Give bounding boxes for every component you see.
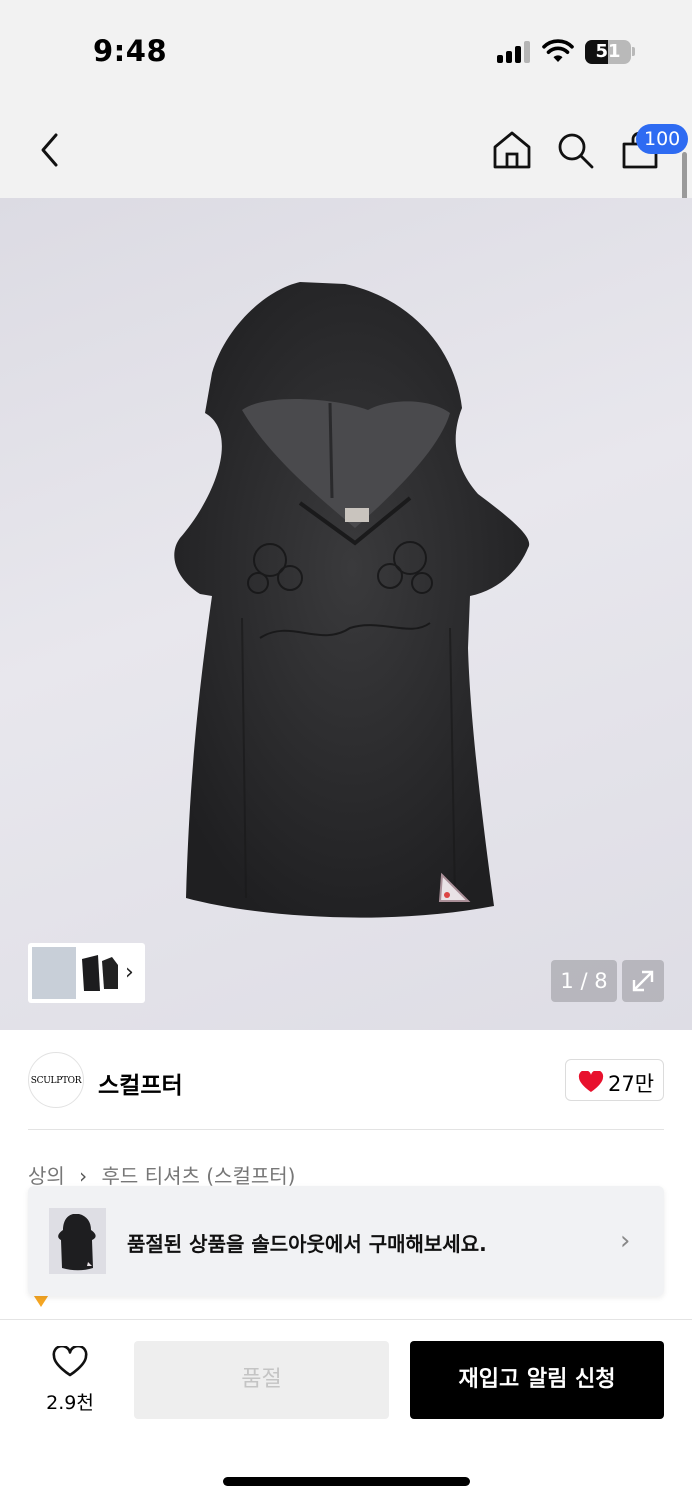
breadcrumb: 상의 › 후드 티셔츠 (스컬프터) [28, 1160, 295, 1189]
heart-outline-icon [52, 1346, 88, 1377]
chevron-right-icon: › [79, 1164, 88, 1188]
battery-icon: 51 [585, 40, 631, 64]
soldout-button: 품절 [134, 1341, 389, 1419]
wifi-icon [542, 39, 574, 62]
brand-logo[interactable]: SCULPTOR [28, 1052, 84, 1108]
battery-level: 51 [595, 41, 621, 62]
home-indicator[interactable] [223, 1477, 470, 1486]
restock-alert-button[interactable]: 재입고 알림 신청 [410, 1341, 664, 1419]
brand-like-count: 27만 [608, 1072, 655, 1096]
thumbnail-image[interactable] [32, 947, 76, 999]
thumbnail-strip[interactable]: › [28, 943, 145, 1003]
soldout-banner[interactable]: 품절된 상품을 솔드아웃에서 구매해보세요. › [28, 1186, 664, 1296]
brand-name[interactable]: 스컬프터 [98, 1066, 183, 1100]
banner-product-thumbnail [49, 1208, 106, 1274]
status-bar: 9:48 51 [0, 0, 692, 98]
breadcrumb-subcategory[interactable]: 후드 티셔츠 (스컬프터) [102, 1160, 296, 1189]
chevron-right-icon: › [620, 1226, 631, 1256]
expand-icon [632, 970, 654, 992]
product-image [174, 282, 530, 918]
wishlist-count: 2.9천 [46, 1392, 94, 1414]
chevron-right-icon[interactable]: › [125, 960, 134, 985]
back-chevron-icon[interactable] [38, 132, 62, 168]
product-image-gallery[interactable] [0, 198, 692, 1030]
breadcrumb-category[interactable]: 상의 [28, 1160, 65, 1189]
status-time: 9:48 [93, 34, 168, 68]
divider [28, 1129, 664, 1130]
cellular-signal-icon [497, 41, 531, 63]
cart-count-badge: 100 [636, 124, 689, 154]
image-page-indicator: 1 / 8 [551, 960, 617, 1002]
expand-image-button[interactable] [622, 960, 664, 1002]
soldout-banner-text: 품절된 상품을 솔드아웃에서 구매해보세요. [127, 1232, 487, 1256]
search-icon[interactable] [556, 131, 596, 171]
brand-like-button[interactable]: 27만 [565, 1059, 664, 1101]
thumbnail-image[interactable] [78, 951, 124, 995]
battery-nub [632, 47, 635, 56]
wishlist-button[interactable]: 2.9천 [40, 1344, 100, 1414]
heart-filled-icon [578, 1071, 604, 1092]
home-icon[interactable] [492, 130, 532, 170]
